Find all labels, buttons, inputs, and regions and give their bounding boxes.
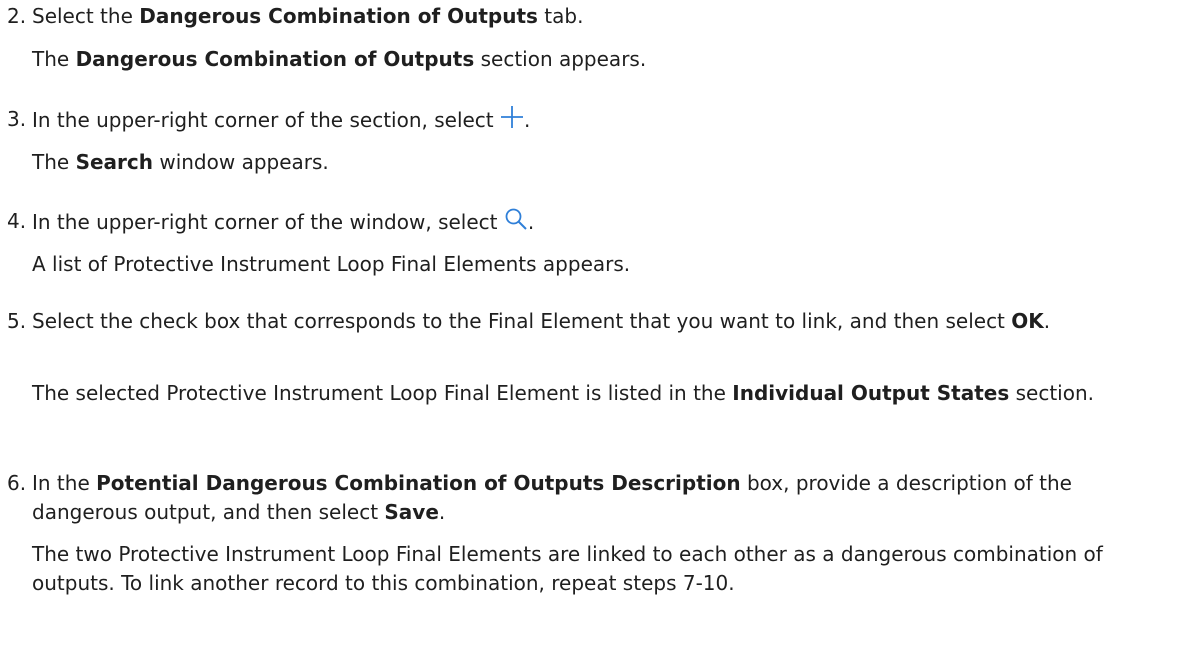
- step-number: 5.: [7, 309, 27, 333]
- step-6-result: The two Protective Instrument Loop Final…: [0, 540, 1190, 598]
- instruction-text: .: [438, 500, 446, 524]
- step-instruction: Select the check box that corresponds to…: [32, 307, 1180, 336]
- search-icon: [504, 207, 528, 231]
- instruction-emphasis: Save: [384, 500, 439, 524]
- instruction-text: tab.: [537, 4, 584, 28]
- instruction-text: .: [527, 210, 535, 234]
- step-result: A list of Protective Instrument Loop Fin…: [32, 252, 631, 276]
- result-text: The selected Protective Instrument Loop …: [32, 381, 733, 405]
- step-6: 6. In the Potential Dangerous Combinatio…: [0, 469, 1190, 527]
- step-3-result: The Search window appears.: [0, 148, 1190, 177]
- result-text: window appears.: [152, 150, 329, 174]
- result-emphasis: Dangerous Combination of Outputs: [75, 47, 475, 71]
- result-text: section.: [1009, 381, 1094, 405]
- step-2: 2. Select the Dangerous Combination of O…: [0, 2, 1190, 31]
- instruction-emphasis: Potential Dangerous Combination of Outpu…: [96, 471, 741, 495]
- instruction-text: In the upper-right corner of the window,…: [32, 210, 504, 234]
- instruction-emphasis: Dangerous Combination of Outputs: [139, 4, 538, 28]
- step-5: 5. Select the check box that corresponds…: [0, 307, 1190, 336]
- result-text: section appears.: [474, 47, 647, 71]
- step-instruction: In the upper-right corner of the section…: [32, 105, 1180, 135]
- instruction-text: Select the: [32, 4, 140, 28]
- instruction-text: Select the check box that corresponds to…: [32, 309, 1012, 333]
- step-instruction: Select the Dangerous Combination of Outp…: [32, 2, 1180, 31]
- step-number: 3.: [7, 107, 27, 131]
- result-emphasis: Individual Output States: [732, 381, 1010, 405]
- result-text: The: [32, 150, 76, 174]
- step-5-result: The selected Protective Instrument Loop …: [0, 379, 1190, 408]
- result-emphasis: Search: [75, 150, 153, 174]
- step-result: The Dangerous Combination of Outputs sec…: [32, 45, 1180, 74]
- result-text: The: [32, 47, 76, 71]
- step-2-result: The Dangerous Combination of Outputs sec…: [0, 45, 1190, 74]
- plus-icon: [500, 105, 524, 129]
- step-4-result: A list of Protective Instrument Loop Fin…: [0, 250, 1190, 279]
- instruction-text: In the: [32, 471, 97, 495]
- instruction-emphasis: OK: [1011, 309, 1044, 333]
- step-number: 6.: [7, 471, 27, 495]
- step-3: 3. In the upper-right corner of the sect…: [0, 105, 1190, 135]
- step-result: The selected Protective Instrument Loop …: [32, 379, 1180, 408]
- step-number: 2.: [7, 4, 27, 28]
- step-result: The Search window appears.: [32, 148, 1180, 177]
- step-instruction: In the Potential Dangerous Combination o…: [32, 469, 1180, 527]
- step-instruction: In the upper-right corner of the window,…: [32, 207, 1180, 237]
- instruction-text: .: [1043, 309, 1051, 333]
- instruction-text: .: [524, 108, 531, 132]
- step-result: The two Protective Instrument Loop Final…: [32, 542, 1103, 595]
- step-number: 4.: [7, 209, 27, 233]
- step-4: 4. In the upper-right corner of the wind…: [0, 207, 1190, 237]
- instruction-text: In the upper-right corner of the section…: [32, 108, 500, 132]
